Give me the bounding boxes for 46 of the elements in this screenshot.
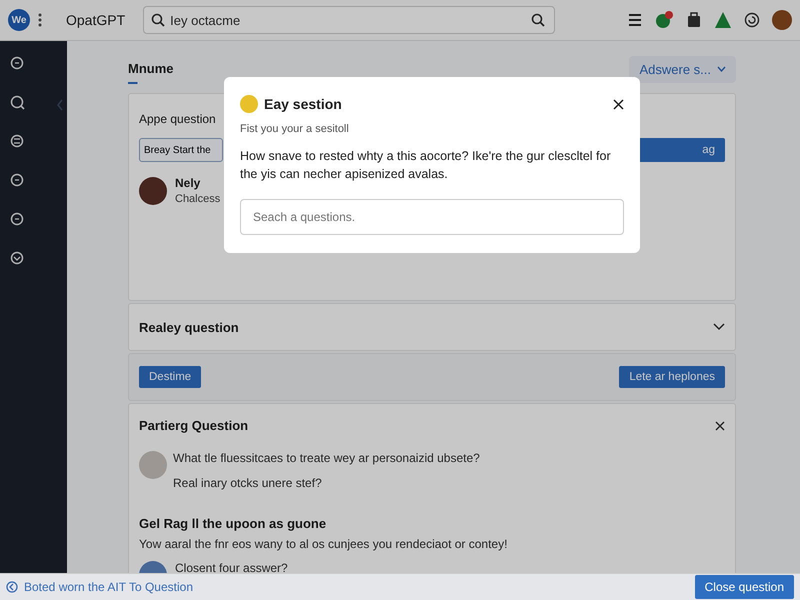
user-subtitle: Chalcess xyxy=(175,193,220,205)
section-title: Realey question xyxy=(139,320,239,334)
sidebar-icon[interactable] xyxy=(9,55,25,71)
avatar xyxy=(240,95,258,113)
close-icon[interactable] xyxy=(613,98,624,110)
collapsible-section[interactable]: Realey question xyxy=(128,303,736,351)
dropdown-button[interactable]: Adswere s... xyxy=(629,56,736,82)
avatar xyxy=(139,451,167,479)
search-field[interactable]: Iey octacme xyxy=(143,6,556,34)
refresh-icon[interactable] xyxy=(744,12,760,28)
avatar xyxy=(139,176,167,204)
notification-icon[interactable] xyxy=(654,10,674,30)
back-icon[interactable] xyxy=(6,581,18,593)
app-name: OpatGPT xyxy=(66,12,126,28)
search-icon[interactable] xyxy=(531,13,546,27)
sidebar-icon[interactable] xyxy=(9,211,25,227)
logo-badge[interactable]: We xyxy=(8,9,30,31)
sidebar-icon[interactable] xyxy=(9,172,25,188)
sidebar-icon[interactable] xyxy=(9,250,25,266)
card-title: Appe question xyxy=(139,112,217,126)
search-field[interactable]: Seach a questions. xyxy=(240,199,624,235)
action-button[interactable]: Lete ar heplones xyxy=(619,366,725,388)
caret-icon xyxy=(717,66,726,72)
tab[interactable]: Mnume xyxy=(128,54,174,84)
search-icon xyxy=(151,13,166,27)
more-icon[interactable] xyxy=(38,13,42,27)
question-text: What tle fluessitcaes to treate wey ar personaizid ubsete? xyxy=(173,451,480,465)
reply-text: Real inary otcks unere stef? xyxy=(173,476,323,490)
avatar[interactable] xyxy=(772,10,792,30)
dialog-subtitle: Fist you your a sesitoll xyxy=(240,123,350,135)
sidebar-icon[interactable] xyxy=(9,94,25,110)
action-button[interactable]: Destime xyxy=(139,366,202,388)
section-heading: Gel Rag ll the upoon as guone xyxy=(139,516,328,531)
question-input[interactable]: Breay Start the xyxy=(139,138,223,162)
status-text: Boted worn the AIT To Question xyxy=(24,580,193,594)
sidebar-icon[interactable] xyxy=(9,133,25,149)
dialog-title: Eay sestion xyxy=(264,96,342,112)
body-text: Yow aaral the fnr eos wany to al os cunjees you rendeciaot or contey! xyxy=(139,537,508,551)
user-name: Nely xyxy=(175,176,202,190)
card-title: Partierg Question xyxy=(139,418,248,433)
close-question-button[interactable]: Close question xyxy=(694,575,794,599)
close-icon[interactable] xyxy=(715,420,725,430)
menu-icon[interactable] xyxy=(628,14,642,26)
bag-icon[interactable] xyxy=(686,12,702,28)
triangle-icon[interactable] xyxy=(714,11,732,29)
dialog-text: How snave to rested whty a this aocorte? Ike're the gur clescltel for the yis can necher apisenized avalas. xyxy=(240,148,612,183)
